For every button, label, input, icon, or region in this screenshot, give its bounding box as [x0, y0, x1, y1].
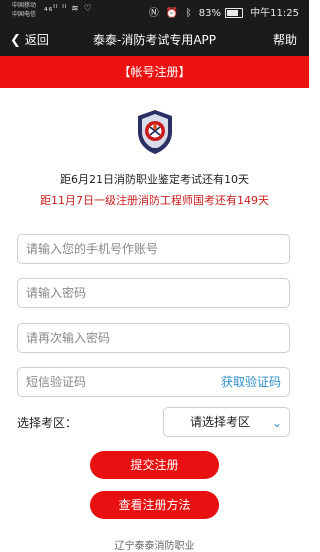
- clock: 中午11:25: [250, 8, 299, 19]
- sms-code-input[interactable]: 短信验证码: [26, 375, 86, 389]
- alarm-icon: ⏰: [165, 8, 179, 19]
- bluetooth-icon: ᛒ: [185, 8, 192, 19]
- password-input[interactable]: 请输入密码: [17, 278, 290, 308]
- confirm-password-input[interactable]: 请再次输入密码: [17, 323, 290, 353]
- battery-percent: 83%: [198, 8, 221, 19]
- help-button[interactable]: 帮助: [273, 31, 297, 48]
- phone-input[interactable]: 请输入您的手机号作账号: [17, 234, 290, 264]
- app-bar: ❮ 返回 泰泰-消防考试专用APP 帮助: [0, 22, 309, 56]
- submit-register-button[interactable]: 提交注册: [90, 451, 219, 479]
- sms-code-field: 短信验证码 获取验证码: [17, 367, 290, 397]
- region-label: 选择考区：: [17, 416, 78, 430]
- region-select-value: 请选择考区: [190, 415, 251, 429]
- get-code-button[interactable]: 获取验证码: [221, 368, 281, 396]
- exam-countdown-1: 距6月21日消防职业鉴定考试还有10天: [60, 173, 249, 186]
- exam-countdown-2: 距11月7日一级注册消防工程师国考还有149天: [40, 194, 269, 207]
- battery-icon: [224, 8, 243, 18]
- carrier-1: 中国移动: [12, 2, 37, 9]
- section-title: 【帐号注册】: [0, 56, 309, 88]
- carrier-2: 中国电信: [12, 11, 37, 18]
- nfc-icon: Ⓝ: [148, 8, 159, 19]
- app-title: 泰泰-消防考试专用APP: [92, 33, 216, 47]
- region-select[interactable]: 请选择考区 ⌄: [163, 407, 290, 437]
- chevron-down-icon: ⌄: [271, 416, 282, 430]
- status-right: Ⓝ ⏰ ᛒ 83% 中午11:25: [145, 4, 299, 19]
- signal-wifi-icons: ₄₆ᴵˡ ᴵˡ ≋ ♡: [44, 4, 93, 14]
- fire-badge-logo: [138, 110, 172, 154]
- view-register-method-button[interactable]: 查看注册方法: [90, 491, 219, 519]
- status-bar: 中国移动 中国电信 ₄₆ᴵˡ ᴵˡ ≋ ♡ Ⓝ ⏰ ᛒ 83% 中午11:25: [0, 0, 309, 22]
- carrier-info: 中国移动 中国电信: [12, 1, 36, 19]
